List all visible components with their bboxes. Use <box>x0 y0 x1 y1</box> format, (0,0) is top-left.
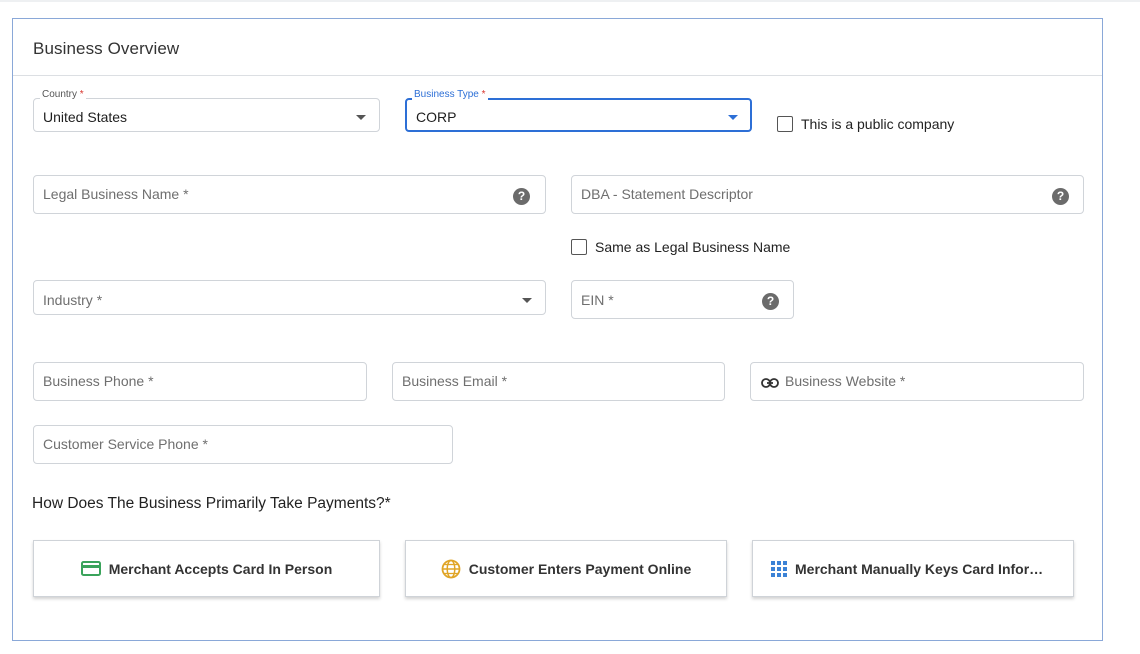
globe-icon <box>441 559 461 578</box>
help-icon[interactable]: ? <box>762 293 779 310</box>
country-label: Country * <box>40 89 86 101</box>
customer-service-phone-placeholder: Customer Service Phone * <box>43 436 208 452</box>
business-phone-input[interactable]: Business Phone * <box>33 362 367 401</box>
ein-input[interactable]: EIN * ? <box>571 280 794 319</box>
industry-placeholder: Industry * <box>43 292 103 308</box>
payments-question: How Does The Business Primarily Take Pay… <box>32 495 391 512</box>
country-value: United States <box>43 109 128 125</box>
business-phone-placeholder: Business Phone * <box>43 373 154 389</box>
title-divider <box>13 75 1102 76</box>
business-website-placeholder: Business Website * <box>785 373 906 389</box>
pay-option-label: Merchant Accepts Card In Person <box>108 560 333 577</box>
pay-option-manual-keyed-button[interactable]: Merchant Manually Keys Card Informa... <box>752 540 1074 597</box>
required-mark: * <box>79 89 84 100</box>
legal-business-name-placeholder: Legal Business Name * <box>43 186 189 202</box>
dba-placeholder: DBA - Statement Descriptor <box>581 186 753 202</box>
pay-option-label: Merchant Manually Keys Card Informa... <box>795 560 1055 577</box>
public-company-checkbox[interactable] <box>777 116 793 132</box>
top-edge-line <box>0 0 1140 2</box>
pay-option-label: Customer Enters Payment Online <box>468 560 692 577</box>
ein-placeholder: EIN * <box>581 292 614 308</box>
pay-option-in-person-button[interactable]: Merchant Accepts Card In Person <box>33 540 380 597</box>
business-type-label-text: Business Type <box>414 89 479 100</box>
section-title: Business Overview <box>33 39 180 58</box>
business-email-input[interactable]: Business Email * <box>392 362 725 401</box>
country-select[interactable]: United States <box>33 98 380 132</box>
business-type-value: CORP <box>416 109 457 125</box>
credit-card-icon <box>80 561 101 576</box>
chevron-down-icon <box>356 115 366 120</box>
same-as-legal-checkbox[interactable] <box>571 239 587 255</box>
chevron-down-icon <box>728 115 738 120</box>
business-email-placeholder: Business Email * <box>402 373 508 389</box>
same-as-legal-label: Same as Legal Business Name <box>595 239 791 255</box>
industry-select[interactable]: Industry * <box>33 280 546 315</box>
help-icon[interactable]: ? <box>1052 188 1069 205</box>
country-label-text: Country <box>42 89 78 100</box>
keypad-grid-icon <box>771 560 787 577</box>
required-mark: * <box>481 89 486 100</box>
customer-service-phone-input[interactable]: Customer Service Phone * <box>33 425 453 464</box>
legal-business-name-input[interactable]: Legal Business Name * ? <box>33 175 546 214</box>
link-icon <box>761 378 779 388</box>
pay-option-online-button[interactable]: Customer Enters Payment Online <box>405 540 727 597</box>
chevron-down-icon <box>522 298 532 303</box>
public-company-label: This is a public company <box>801 116 955 132</box>
business-type-label: Business Type * <box>412 89 488 101</box>
business-website-input[interactable]: Business Website * <box>750 362 1084 401</box>
help-icon[interactable]: ? <box>513 188 530 205</box>
business-type-select[interactable]: CORP <box>405 98 752 132</box>
dba-input[interactable]: DBA - Statement Descriptor ? <box>571 175 1084 214</box>
